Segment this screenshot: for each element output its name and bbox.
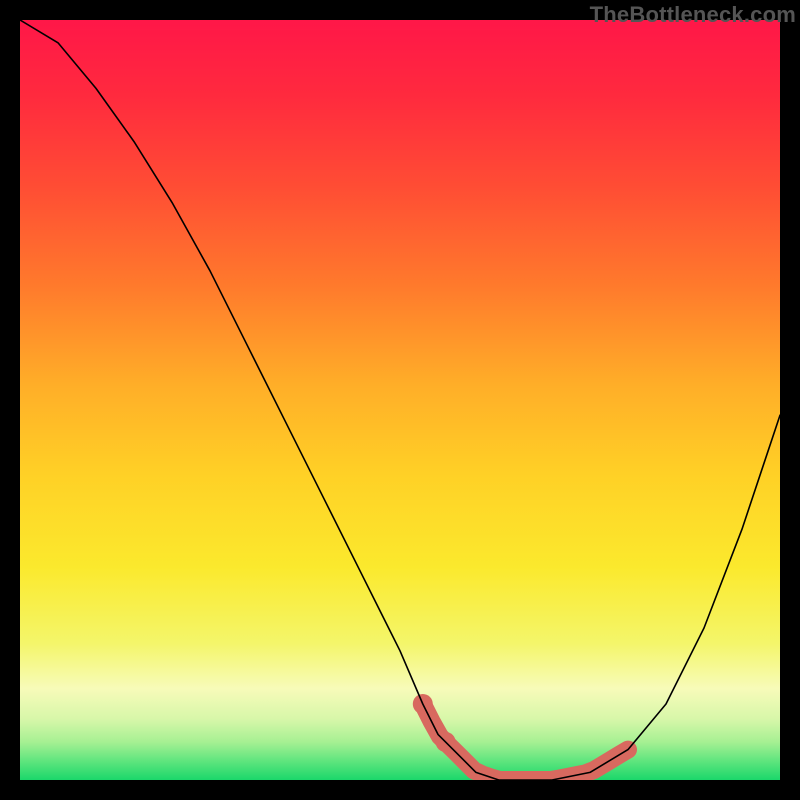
- heat-gradient-background: [20, 20, 780, 780]
- bottleneck-chart: [20, 20, 780, 780]
- attribution-text: TheBottleneck.com: [590, 2, 796, 28]
- chart-frame: [20, 20, 780, 780]
